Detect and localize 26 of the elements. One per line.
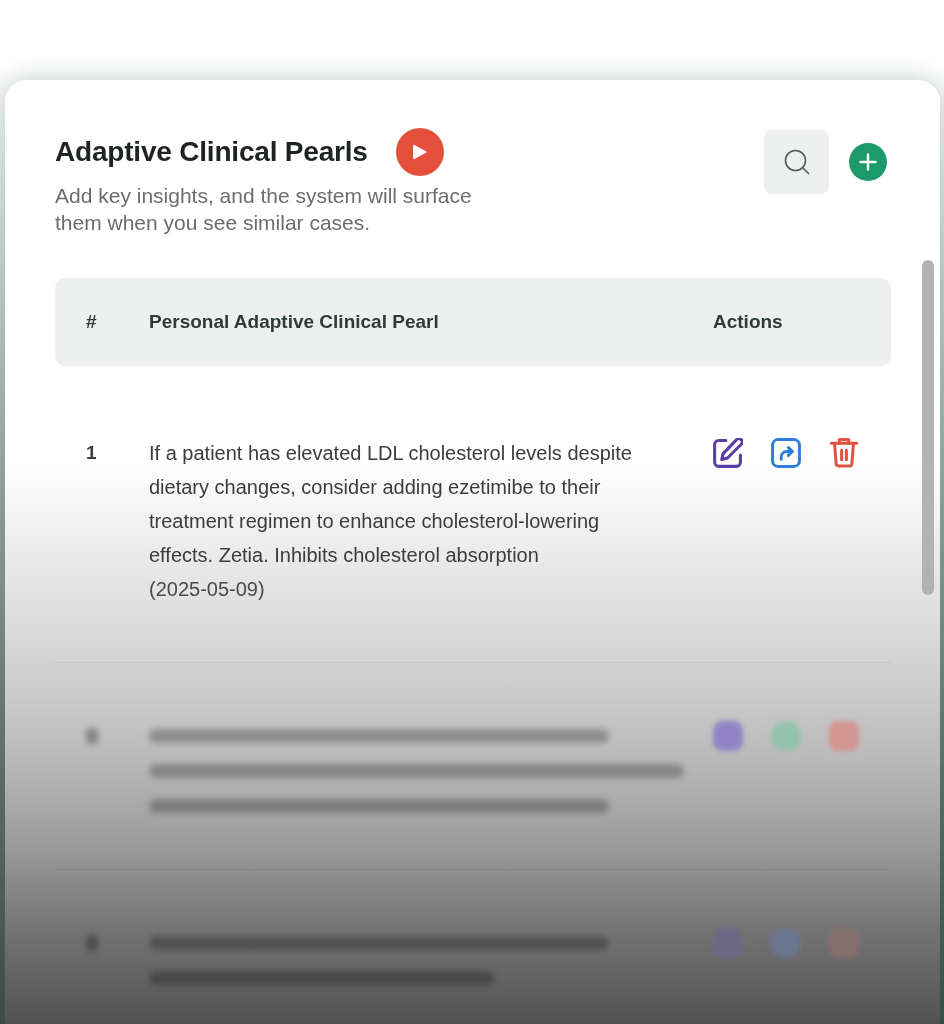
column-header: # bbox=[86, 311, 98, 333]
edit-icon[interactable] bbox=[713, 438, 743, 468]
blurred-action-icon[interactable] bbox=[771, 928, 801, 958]
blurred-row-number bbox=[86, 728, 98, 744]
page-subtitle: Add key insights, and the system will surface them when you see similar cases. bbox=[55, 183, 473, 236]
plus-icon bbox=[859, 153, 877, 171]
play-button[interactable] bbox=[395, 128, 444, 176]
search-button[interactable] bbox=[764, 130, 829, 194]
pearl-text: If a patient has elevated LDL cholesterol levels despite dietary changes, consider adding ezetimibe to their treatment regimen to enhance cholesterol-lowering effects. Zetia. Inhibits cholesterol absorption bbox=[149, 441, 633, 568]
pearl-date: (2025-05-09) bbox=[149, 577, 265, 602]
blurred-action-icon[interactable] bbox=[829, 928, 859, 958]
blurred-row-number bbox=[86, 935, 98, 951]
blurred-action-icon[interactable] bbox=[829, 721, 859, 751]
play-icon bbox=[412, 144, 427, 160]
row-number: 1 bbox=[86, 441, 98, 465]
blurred-action-icon[interactable] bbox=[713, 721, 743, 751]
add-button[interactable] bbox=[849, 143, 887, 181]
column-header: Actions bbox=[713, 311, 784, 333]
page-title: Adaptive Clinical Pearls bbox=[55, 136, 368, 168]
scrollbar-thumb[interactable] bbox=[922, 260, 934, 595]
blurred-action-icon[interactable] bbox=[771, 721, 801, 751]
column-header: Personal Adaptive Clinical Pearl bbox=[149, 311, 440, 333]
blurred-action-icon[interactable] bbox=[713, 928, 743, 958]
share-icon[interactable] bbox=[771, 438, 801, 468]
search-icon bbox=[783, 149, 810, 175]
trash-icon[interactable] bbox=[829, 438, 859, 468]
